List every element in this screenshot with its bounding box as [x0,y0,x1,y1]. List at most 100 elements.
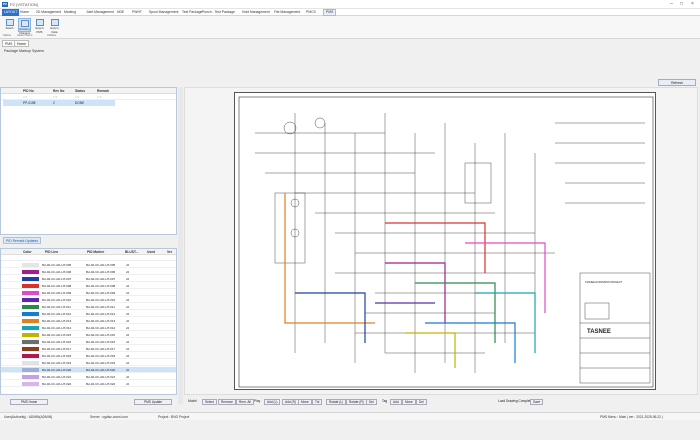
table-row[interactable]: 8H-02-CF-AD-HT-016 8H-02-CF-AD-HT-016 v0 [1,339,176,345]
refresh-button[interactable]: Refresh [658,79,696,86]
menu-home[interactable]: Home [18,9,31,16]
color-swatch[interactable] [22,333,39,337]
table-row[interactable]: 8H-02-CF-AD-HT-008 8H-02-CF-AD-HT-008 v0 [1,283,176,289]
menu-2d-management[interactable]: 2D Management [34,9,63,16]
table-row[interactable]: 8H-02-CF-AD-HT-005 8H-02-CF-AD-HT-005 v0 [1,262,176,268]
tool-move-button[interactable]: Move [298,399,312,405]
pid-marker-cell: 8H-02-CF-AD-HT-013 [86,319,116,323]
minimize-icon[interactable]: – [667,1,676,8]
color-swatch[interactable] [22,312,39,316]
menu-nde[interactable]: NDE [115,9,126,16]
table-row[interactable]: 8H-02-CF-AD-HT-011 8H-02-CF-AD-HT-011 v0 [1,304,176,310]
pid-marker-cell: 8H-02-CF-AD-HT-020 [86,368,116,372]
menu-spool-management[interactable]: Spool Management [147,9,180,16]
tool-add-button[interactable]: Add [390,399,402,405]
tool-del-button[interactable]: Del [416,399,427,405]
ver-cell: v0 [126,298,130,302]
menu-pms[interactable]: PMS [323,9,337,16]
ver-cell: v0 [126,340,130,344]
pid-marker-cell: 8H-02-CF-AD-HT-007 [86,277,116,281]
pms-update-button[interactable]: PMS Update [134,399,172,405]
color-swatch[interactable] [22,270,39,274]
color-swatch[interactable] [22,375,39,379]
tool-move-button[interactable]: Move [402,399,416,405]
table-row[interactable]: 8H-02-CF-AD-HT-022 8H-02-CF-AD-HT-022 v0 [1,381,176,387]
table-row[interactable]: 8H-02-CF-AD-HT-010 8H-02-CF-AD-HT-010 v0 [1,297,176,303]
table-row[interactable]: 8H-02-CF-AD-HT-018 8H-02-CF-AD-HT-018 v0 [1,353,176,359]
table-row[interactable]: 8H-02-CF-AD-HT-014 8H-02-CF-AD-HT-014 v0 [1,325,176,331]
menu-pwht[interactable]: PWHT [130,9,144,16]
tool-txt-button[interactable]: Txt [312,399,323,405]
menu-punch-test-package[interactable]: Punch - Test Package [200,9,237,16]
rev-cell: 2 [53,101,55,105]
tool-select-button[interactable]: Select [202,399,217,405]
splitter[interactable] [178,87,183,404]
table-row[interactable]: 8H-02-CF-AD-HT-007 8H-02-CF-AD-HT-007 v0 [1,276,176,282]
table-row[interactable]: PP-0198 2 DONE [3,100,115,106]
pid-marker-cell: 8H-02-CF-AD-HT-021 [86,375,116,379]
table-row[interactable]: 8H-02-CF-AD-HT-019 8H-02-CF-AD-HT-019 v0 [1,360,176,366]
color-swatch[interactable] [22,263,39,267]
menu-pmcs[interactable]: PMCS [304,9,318,16]
status-cell: DONE [75,101,85,105]
line-filter-row[interactable] [1,255,176,261]
pid-marker-cell: 8H-02-CF-AD-HT-009 [86,291,116,295]
drawing-changes-button[interactable]: Drawing Changes [18,18,31,35]
color-swatch[interactable] [22,291,39,295]
menu-joint-management[interactable]: Joint Management [84,9,116,16]
tool-rotate-l--button[interactable]: Rotate (L) [326,399,347,405]
pid-line-cell: 8H-02-CF-AD-HT-022 [42,382,72,386]
pid-line-cell: 8H-02-CF-AD-HT-014 [42,326,72,330]
pid-line-cell: 8H-02-CF-AD-HT-006 [42,270,72,274]
color-swatch[interactable] [22,298,39,302]
ver-cell: v0 [126,347,130,351]
color-swatch[interactable] [22,326,39,330]
pid-marker-cell: 8H-02-CF-AD-HT-005 [86,263,116,267]
drawing-canvas[interactable]: TASNEE TASNEE EXPANSION PROJECT [184,87,698,395]
close-icon[interactable]: × [688,1,697,8]
table-row[interactable]: 8H-02-CF-AD-HT-009 8H-02-CF-AD-HT-009 v0 [1,290,176,296]
color-swatch[interactable] [22,305,39,309]
tool-rotate-r--button[interactable]: Rotate (R) [346,399,367,405]
color-swatch[interactable] [22,284,39,288]
tool-del-button[interactable]: Del [366,399,377,405]
table-row[interactable]: 8H-02-CF-AD-HT-013 8H-02-CF-AD-HT-013 v0 [1,318,176,324]
table-row[interactable]: 8H-02-CF-AD-HT-017 8H-02-CF-AD-HT-017 v0 [1,346,176,352]
tool-add-l--button[interactable]: Add (L) [264,399,281,405]
pid-line-cell: 8H-02-CF-AD-HT-010 [42,298,72,302]
table-row[interactable]: 8H-02-CF-AD-HT-015 8H-02-CF-AD-HT-015 v0 [1,332,176,338]
menu-file-management[interactable]: File Management [272,9,302,16]
color-swatch[interactable] [22,277,39,281]
color-swatch[interactable] [22,382,39,386]
maximize-icon[interactable]: □ [677,1,686,8]
tool-add-r--button[interactable]: Add (R) [282,399,299,405]
attach-button[interactable]: Attach [3,18,16,32]
table-row[interactable]: 8H-02-CF-AD-HT-012 8H-02-CF-AD-HT-012 v0 [1,311,176,317]
status-user: User(Authority) : ADMIN(ADMIN) [4,415,53,419]
project-name: TASNEE EXPANSION PROJECT [585,281,623,284]
table-row[interactable]: 8H-02-CF-AD-HT-021 8H-02-CF-AD-HT-021 v0 [1,374,176,380]
ver-cell: v0 [126,326,130,330]
color-swatch[interactable] [22,340,39,344]
pid-drawing-sheet[interactable]: TASNEE TASNEE EXPANSION PROJECT [234,92,656,390]
color-swatch[interactable] [22,354,39,358]
menu-hold-management[interactable]: Hold Management [240,9,272,16]
export-data-button[interactable]: Export Data [48,18,61,34]
color-swatch[interactable] [22,319,39,323]
color-swatch[interactable] [22,361,39,365]
tool-remove-button[interactable]: Remove [218,399,236,405]
pid-marker-cell: 8H-02-CF-AD-HT-006 [86,270,116,274]
color-swatch[interactable] [22,347,39,351]
menu-marking[interactable]: Marking [62,9,78,16]
table-row[interactable]: 8H-02-CF-AD-HT-020 8H-02-CF-AD-HT-020 v0 [1,367,176,373]
tab-home[interactable]: Home [14,40,30,47]
tool-save-button[interactable]: Save [530,399,544,405]
menu-layout[interactable]: LAYOUT [2,9,20,16]
ver-cell: v0 [126,263,130,267]
tab-pid-remark-updates[interactable]: PID Remark Updates [3,237,42,244]
ver-cell: v0 [126,312,130,316]
pms-home-button[interactable]: PMS Home [10,399,48,405]
color-swatch[interactable] [22,368,39,372]
table-row[interactable]: 8H-02-CF-AD-HT-006 8H-02-CF-AD-HT-006 v0 [1,269,176,275]
export-pms-button[interactable]: Export PMS [33,18,46,34]
